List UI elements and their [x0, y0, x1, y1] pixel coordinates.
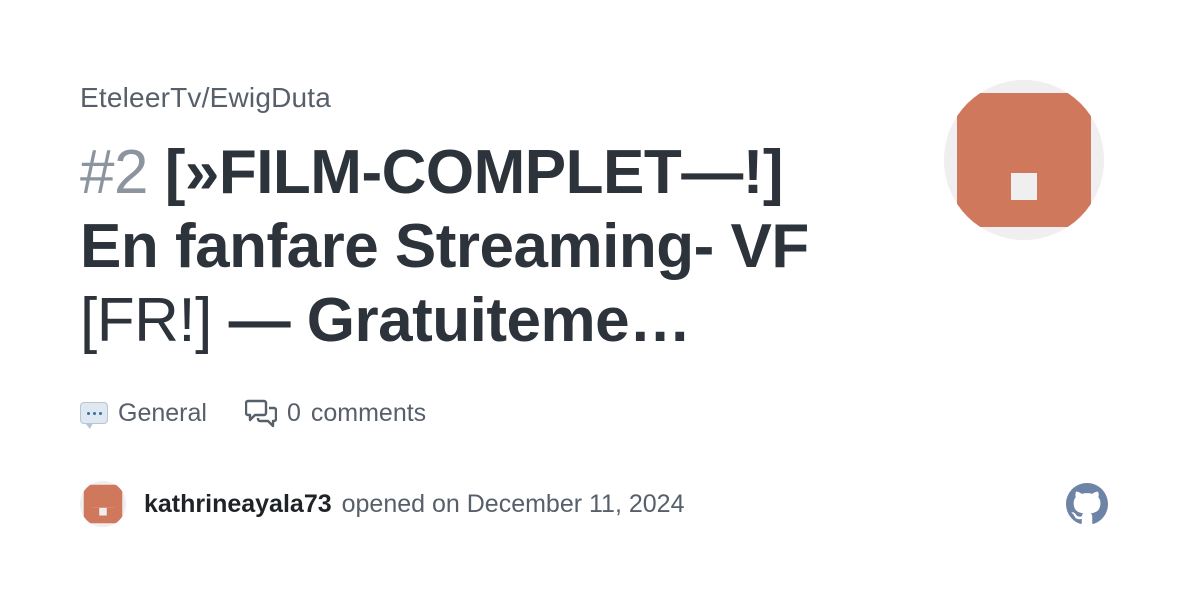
category-label: General: [118, 398, 207, 427]
social-preview-card: EteleerTv/EwigDuta #2 [»FILM-COMPLET—!] …: [0, 0, 1200, 600]
repository-name[interactable]: EteleerTv/EwigDuta: [80, 82, 331, 114]
identicon-large: [944, 80, 1104, 240]
issue-title[interactable]: #2 [»FILM-COMPLET—!] En fanfare Streamin…: [80, 136, 870, 358]
comment-discussion-icon: [244, 398, 277, 428]
comments-count: 0: [286, 398, 301, 427]
author-avatar-large[interactable]: [944, 80, 1104, 240]
identicon-small: [80, 481, 126, 527]
issue-title-part-3b: [FR!]: [80, 286, 212, 355]
issue-title-part-3a: VF: [730, 212, 809, 281]
github-mark-icon: [1066, 483, 1108, 525]
issue-number: #2: [80, 138, 148, 207]
issue-title-part-1: [»FILM-COMPLET—!]: [164, 138, 784, 207]
category[interactable]: General: [80, 398, 207, 429]
issue-title-part-3c: — Gratuiteme…: [228, 286, 692, 355]
issue-meta: General 0 comments: [80, 398, 464, 429]
author-username[interactable]: kathrineayala73: [144, 490, 332, 519]
author-line: kathrineayala73 opened on December 11, 2…: [80, 481, 684, 527]
comments[interactable]: 0 comments: [244, 398, 427, 428]
opened-date: opened on December 11, 2024: [341, 489, 685, 518]
comments-label: comments: [310, 398, 427, 427]
speech-balloon-icon: [80, 402, 108, 429]
author-avatar-small[interactable]: [80, 481, 126, 527]
issue-title-part-2: En fanfare Streaming-: [80, 212, 714, 281]
